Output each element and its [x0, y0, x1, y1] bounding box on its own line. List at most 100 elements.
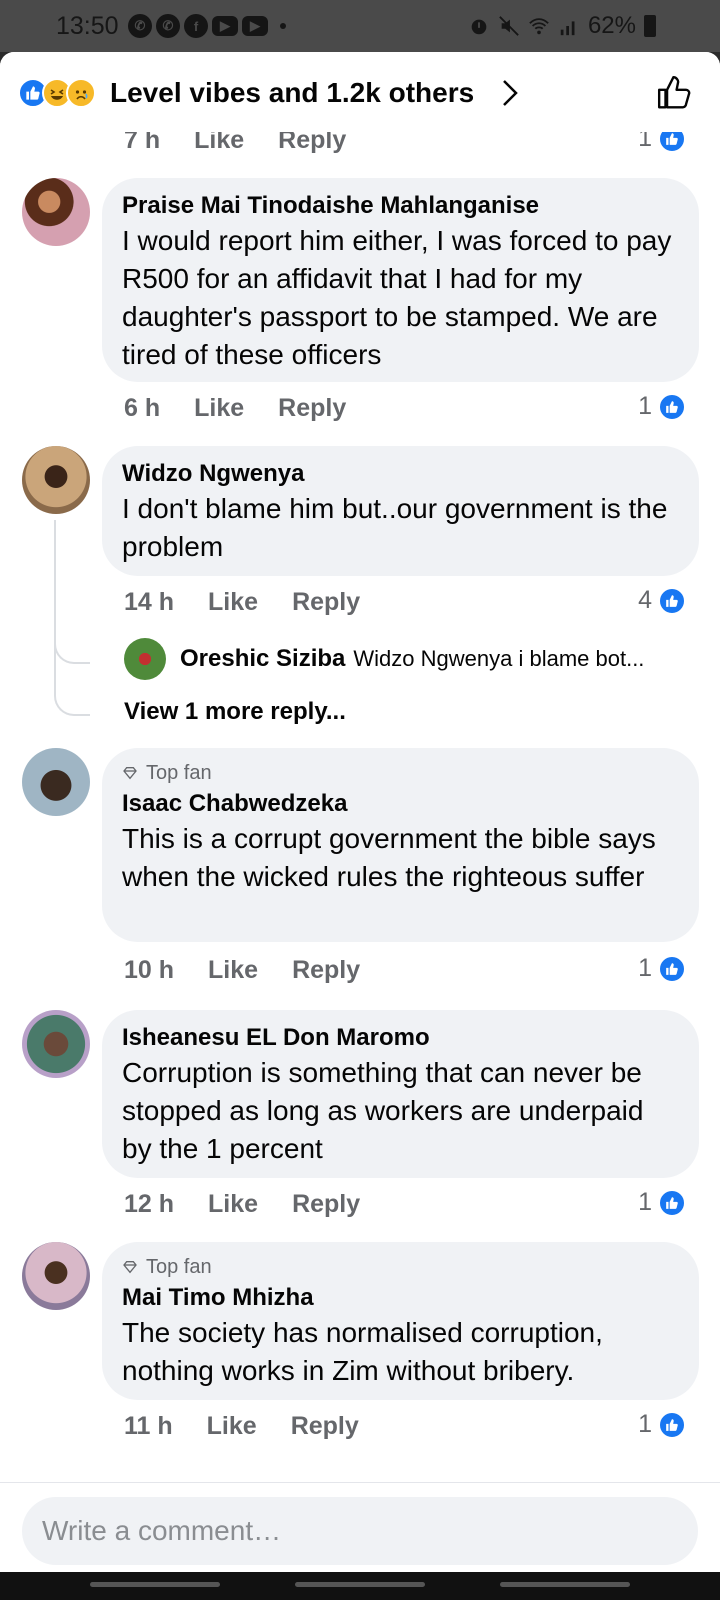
like-action[interactable]: Like: [208, 1190, 258, 1219]
chevron-right-icon[interactable]: [500, 78, 520, 108]
comment-time: 12 h: [124, 1190, 175, 1218]
comment-time: 6 h: [124, 394, 161, 422]
comment-text: Corruption is something that can never b…: [122, 1057, 644, 1164]
reply-action[interactable]: Reply: [278, 394, 346, 423]
like-count-number: 1: [638, 1188, 652, 1216]
reply-preview[interactable]: Oreshic Siziba Widzo Ngwenya i blame bot…: [124, 638, 644, 680]
nav-handle[interactable]: [295, 1582, 425, 1587]
youtube-icon: ▶: [212, 16, 238, 36]
comments-sheet: Level vibes and 1.2k others 7 h Like Rep…: [0, 52, 720, 1572]
system-icons: 62%: [468, 12, 656, 40]
whatsapp-icon: ✆: [156, 14, 180, 38]
top-fan-label: Top fan: [146, 762, 212, 784]
top-fan-badge: Top fan: [122, 760, 679, 786]
like-count-number: 1: [638, 392, 652, 420]
alarm-icon: [471, 19, 487, 35]
avatar[interactable]: [22, 748, 90, 816]
comment-bubble: Praise Mai Tinodaishe Mahlanganise I wou…: [102, 178, 699, 382]
avatar[interactable]: [124, 638, 166, 680]
avatar[interactable]: [22, 1242, 90, 1310]
reply-action[interactable]: Reply: [291, 1412, 359, 1441]
top-fan-badge: Top fan: [122, 1254, 679, 1280]
diamond-icon: [123, 767, 137, 780]
avatar[interactable]: [22, 446, 90, 514]
comment-time: 14 h: [124, 588, 175, 616]
like-badge-icon: [658, 1410, 686, 1439]
like-count-number: 4: [638, 586, 652, 614]
like-badge-icon: [658, 1188, 686, 1217]
comment-composer: [0, 1482, 720, 1572]
like-count-number: 1: [638, 954, 652, 982]
like-badge-icon: [658, 392, 686, 421]
like-action[interactable]: Like: [207, 1412, 257, 1441]
like-action[interactable]: Like: [194, 132, 244, 155]
comment-bubble: Isheanesu EL Don Maromo Corruption is so…: [102, 1010, 699, 1178]
comment-text: The society has normalised corruption, n…: [122, 1317, 603, 1386]
comment-author[interactable]: Isheanesu EL Don Maromo: [122, 1022, 679, 1054]
reaction-icons: [18, 78, 96, 108]
thread-branch: [54, 688, 90, 716]
wifi-icon: [529, 18, 549, 35]
battery-percent: 62%: [587, 12, 636, 39]
avatar[interactable]: [22, 178, 90, 246]
top-fan-label: Top fan: [146, 1256, 212, 1278]
like-count: 1: [638, 1410, 686, 1439]
notification-icons: ✆ ✆ f ▶ ▶: [128, 14, 286, 38]
comment-time: 11 h: [124, 1412, 173, 1440]
like-action[interactable]: Like: [194, 394, 244, 423]
like-action[interactable]: Like: [208, 588, 258, 617]
comment-bubble: Top fan Mai Timo Mhizha The society has …: [102, 1242, 699, 1400]
comment-author[interactable]: Widzo Ngwenya: [122, 458, 679, 490]
like-count: 1: [638, 392, 686, 421]
comment-author[interactable]: Isaac Chabwedzeka: [122, 788, 679, 820]
comment-bubble: Widzo Ngwenya I don't blame him but..our…: [102, 446, 699, 576]
signal-icon: [560, 21, 575, 36]
comment-text: I don't blame him but..our government is…: [122, 493, 668, 562]
reply-action[interactable]: Reply: [292, 956, 360, 985]
like-count-number: 1: [638, 132, 652, 152]
like-badge-icon: [658, 954, 686, 983]
reactions-summary[interactable]: Level vibes and 1.2k others: [110, 77, 474, 109]
thread-line: [54, 520, 56, 690]
view-more-replies[interactable]: View 1 more reply...: [124, 698, 346, 726]
youtube-icon: ▶: [242, 16, 268, 36]
status-bar: 13:50 ✆ ✆ f ▶ ▶ 62%: [0, 0, 720, 52]
comment-text: I would report him either, I was forced …: [122, 225, 672, 370]
nav-handle[interactable]: [90, 1582, 220, 1587]
nav-handle[interactable]: [500, 1582, 630, 1587]
comment-list[interactable]: 7 h Like Reply 1 Praise Mai Tinodaishe M…: [0, 132, 720, 1470]
comment-author[interactable]: Mai Timo Mhizha: [122, 1282, 679, 1314]
reply-action[interactable]: Reply: [278, 132, 346, 155]
like-badge-icon: [658, 132, 686, 153]
comment-actions: 6 h Like Reply: [124, 394, 380, 423]
reply-action[interactable]: Reply: [292, 588, 360, 617]
reply-text: Widzo Ngwenya i blame bot...: [353, 646, 645, 671]
thread-branch: [54, 636, 90, 664]
mute-icon: [499, 16, 519, 36]
comment-actions: 12 h Like Reply: [124, 1190, 394, 1219]
comment-author[interactable]: Praise Mai Tinodaishe Mahlanganise: [122, 190, 679, 222]
reactions-header[interactable]: Level vibes and 1.2k others: [0, 52, 720, 132]
facebook-icon: f: [184, 14, 208, 38]
like-count: 1: [638, 1188, 686, 1217]
comment-actions: 14 h Like Reply: [124, 588, 394, 617]
write-comment-input[interactable]: [22, 1497, 698, 1565]
more-notifications-dot: [280, 23, 286, 29]
like-count-number: 1: [638, 1410, 652, 1438]
comment-actions: 11 h Like Reply: [124, 1412, 393, 1441]
comment-text: This is a corrupt government the bible s…: [122, 823, 656, 892]
comment-bubble: Top fan Isaac Chabwedzeka This is a corr…: [102, 748, 699, 942]
like-outline-icon[interactable]: [656, 74, 694, 112]
status-time: 13:50: [56, 12, 119, 40]
diamond-icon: [123, 1261, 137, 1274]
avatar[interactable]: [22, 1010, 90, 1078]
sad-reaction-icon: [66, 78, 96, 108]
gesture-nav-bar: [0, 1572, 720, 1600]
like-count: 1: [638, 954, 686, 983]
like-badge-icon: [658, 586, 686, 615]
reply-action[interactable]: Reply: [292, 1190, 360, 1219]
reply-author[interactable]: Oreshic Siziba: [180, 645, 345, 673]
comment-actions-partial: 7 h Like Reply: [124, 132, 380, 155]
like-action[interactable]: Like: [208, 956, 258, 985]
like-count: 4: [638, 586, 686, 615]
